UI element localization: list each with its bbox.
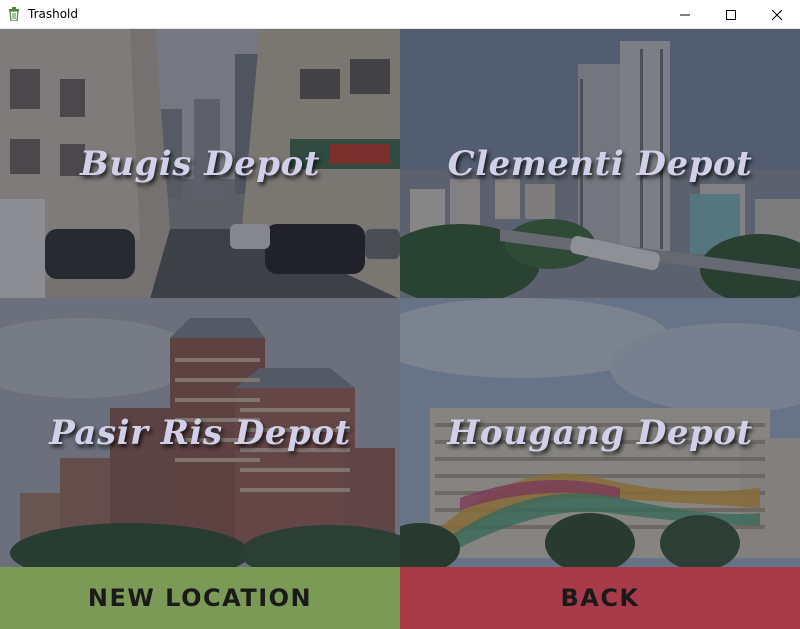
- close-icon: [772, 9, 782, 20]
- depot-label: Bugis Depot: [80, 143, 320, 184]
- window-title: Trashold: [28, 7, 79, 21]
- close-button[interactable]: [754, 0, 800, 29]
- minimize-icon: [680, 14, 690, 15]
- minimize-button[interactable]: [662, 0, 708, 29]
- new-location-button[interactable]: NEW LOCATION: [0, 567, 400, 629]
- depot-label: Hougang Depot: [447, 412, 753, 453]
- maximize-icon: [726, 9, 736, 20]
- maximize-button[interactable]: [708, 0, 754, 29]
- action-bar: NEW LOCATION BACK: [0, 567, 800, 629]
- depot-grid: Bugis Depot Clementi Depot Pasir Ris Dep…: [0, 29, 800, 567]
- title-bar: Trashold: [0, 0, 800, 29]
- depot-tile-pasir-ris[interactable]: Pasir Ris Depot: [0, 298, 400, 567]
- depot-tile-bugis[interactable]: Bugis Depot: [0, 29, 400, 298]
- window-controls: [662, 0, 800, 29]
- depot-label: Pasir Ris Depot: [49, 412, 351, 453]
- depot-label: Clementi Depot: [447, 143, 753, 184]
- trash-bin-icon: [0, 0, 28, 29]
- depot-tile-hougang[interactable]: Hougang Depot: [400, 298, 800, 567]
- depot-tile-clementi[interactable]: Clementi Depot: [400, 29, 800, 298]
- back-button[interactable]: BACK: [400, 567, 800, 629]
